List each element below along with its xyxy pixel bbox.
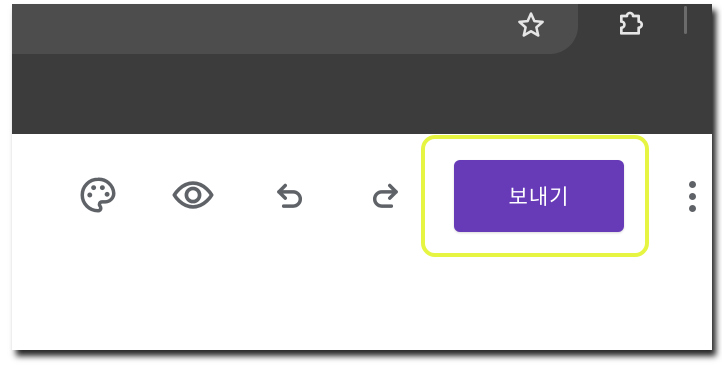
star-outline-icon: [518, 12, 544, 37]
browser-toolbar: [12, 4, 712, 134]
redo-button[interactable]: [362, 172, 408, 218]
preview-button[interactable]: [170, 172, 216, 218]
undo-button[interactable]: [267, 172, 313, 218]
send-button[interactable]: 보내기: [454, 160, 624, 232]
more-vertical-icon-dot: [688, 180, 696, 188]
customize-theme-button[interactable]: [75, 172, 121, 218]
toolbar-divider: [684, 6, 687, 34]
eye-icon: [172, 181, 214, 209]
puzzle-piece-icon: [620, 11, 643, 35]
palette-icon: [80, 177, 116, 213]
screenshot-frame: 보내기: [12, 4, 712, 350]
undo-icon: [277, 183, 302, 208]
address-bar[interactable]: [12, 4, 578, 54]
form-editor-toolbar: 보내기: [12, 134, 712, 350]
extensions-button[interactable]: [614, 6, 650, 42]
more-vertical-icon-dot: [688, 204, 696, 212]
more-vertical-icon-dot: [688, 192, 696, 200]
redo-icon: [373, 183, 398, 208]
bookmark-star-button[interactable]: [514, 8, 548, 42]
more-options-button[interactable]: [680, 174, 704, 218]
